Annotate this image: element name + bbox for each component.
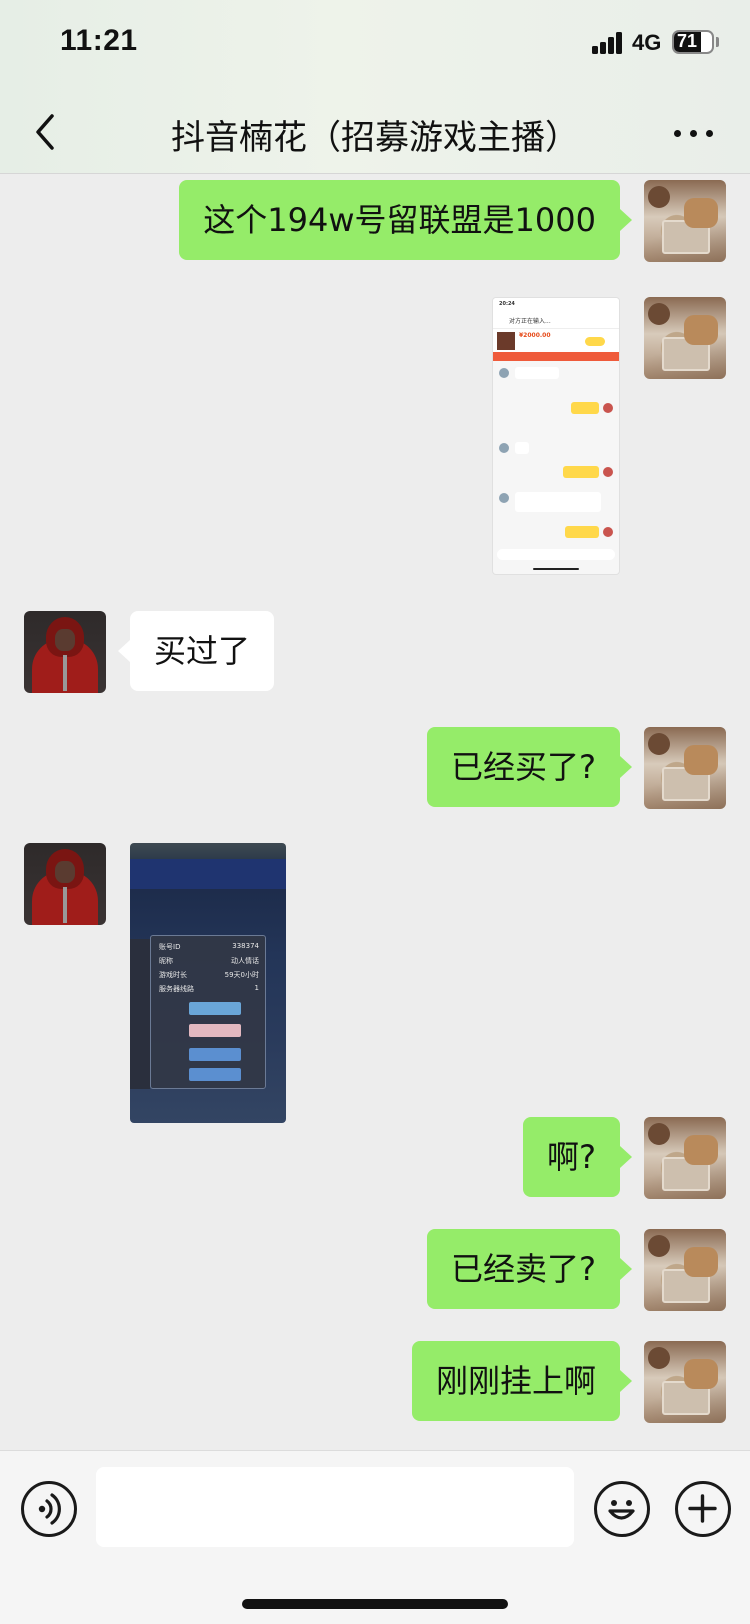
battery-icon: 71: [672, 30, 714, 54]
message-input[interactable]: [96, 1467, 574, 1547]
signal-icon: [592, 32, 626, 54]
game-row-key: 昵称: [159, 957, 173, 965]
nav-bar: 抖音楠花（招募游戏主播）: [0, 90, 750, 174]
emoji-button[interactable]: [594, 1481, 650, 1537]
plus-icon: [688, 1494, 717, 1523]
voice-button[interactable]: [21, 1481, 77, 1537]
status-bar: 11:21 4G 71: [0, 0, 750, 90]
message-bubble-received[interactable]: 买过了: [117, 611, 275, 691]
my-avatar[interactable]: [644, 1117, 726, 1199]
chat-area[interactable]: 这个194w号留联盟是1000 20:24 对方正在输入... ¥2000.00: [0, 175, 750, 1450]
game-row-value: 338374: [232, 942, 259, 950]
game-screenshot-image[interactable]: 账号ID 338374 昵称 动人情话 游戏时长 59天0小时 服务器线路 1: [130, 843, 286, 1123]
battery-level: 71: [677, 31, 698, 51]
chat-title: 抖音楠花（招募游戏主播）: [171, 118, 579, 158]
game-row-key: 账号ID: [159, 943, 181, 951]
more-dots-icon: [674, 130, 681, 137]
my-avatar[interactable]: [644, 727, 726, 809]
game-row-value: 59天0小时: [224, 971, 259, 979]
screenshot-price: ¥2000.00: [519, 332, 551, 339]
message-bubble-sent[interactable]: 刚刚挂上啊: [411, 1341, 633, 1421]
contact-avatar[interactable]: [24, 843, 106, 925]
voice-icon: [38, 1493, 61, 1525]
my-avatar[interactable]: [644, 1341, 726, 1423]
my-avatar[interactable]: [644, 297, 726, 379]
message-bubble-sent[interactable]: 已经买了?: [427, 727, 632, 807]
status-time: 11:21: [60, 24, 138, 57]
my-avatar[interactable]: [644, 180, 726, 262]
emoji-icon: [608, 1500, 635, 1520]
more-button[interactable]: [672, 126, 716, 140]
message-bubble-sent[interactable]: 这个194w号留联盟是1000: [179, 180, 632, 260]
input-bar: [0, 1450, 750, 1624]
network-type: 4G: [632, 30, 662, 55]
game-row-value: 动人情话: [231, 957, 259, 965]
game-row-key: 服务器线路: [159, 985, 194, 993]
game-row-value: 1: [254, 984, 259, 992]
back-button[interactable]: [28, 110, 68, 154]
chevron-left-icon: [36, 114, 54, 150]
contact-avatar[interactable]: [24, 611, 106, 693]
game-row-key: 游戏时长: [159, 971, 187, 979]
screenshot-time: 20:24: [499, 301, 515, 307]
battery-cap: [716, 37, 719, 47]
screenshot-title: 对方正在输入...: [509, 318, 551, 325]
home-indicator[interactable]: [242, 1599, 508, 1609]
message-bubble-sent[interactable]: 已经卖了?: [427, 1229, 632, 1309]
plus-button[interactable]: [675, 1481, 731, 1537]
message-bubble-sent[interactable]: 啊?: [523, 1117, 632, 1197]
my-avatar[interactable]: [644, 1229, 726, 1311]
chat-screenshot-image[interactable]: 20:24 对方正在输入... ¥2000.00: [492, 297, 620, 575]
